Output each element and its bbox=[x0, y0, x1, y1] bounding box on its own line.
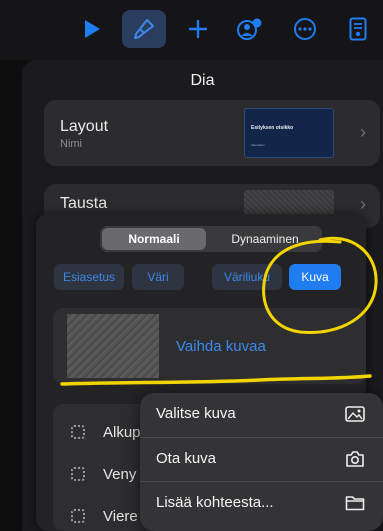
panel-title: Dia bbox=[190, 72, 215, 89]
insert-button[interactable] bbox=[176, 10, 220, 48]
replace-image-button[interactable]: Vaihda kuvaa bbox=[176, 338, 266, 355]
option-label: Veny bbox=[103, 465, 137, 483]
collaborate-button[interactable] bbox=[228, 10, 272, 48]
menu-item-choose-photo[interactable]: Valitse kuva bbox=[140, 393, 383, 437]
tab-vari[interactable]: Väri bbox=[132, 264, 184, 290]
background-label: Tausta bbox=[60, 195, 108, 212]
format-button[interactable] bbox=[122, 10, 166, 48]
fill-mode-segmented-control: Normaali Dynaaminen bbox=[100, 226, 322, 252]
layout-row[interactable]: Layout Nimi Esityksen otsikko Alaotsikko… bbox=[44, 100, 380, 166]
menu-item-label: Lisää kohteesta... bbox=[156, 494, 274, 511]
photo-icon bbox=[345, 406, 365, 422]
stretch-icon bbox=[71, 467, 85, 481]
tab-variliuku[interactable]: Väriliuku bbox=[212, 264, 282, 290]
original-size-icon bbox=[71, 425, 85, 439]
menu-item-label: Valitse kuva bbox=[156, 405, 236, 422]
plus-icon bbox=[188, 19, 208, 39]
camera-icon bbox=[346, 451, 364, 467]
background-image-thumbnail bbox=[67, 314, 159, 378]
tab-kuva[interactable]: Kuva bbox=[289, 264, 341, 290]
tile-icon bbox=[71, 509, 85, 523]
menu-item-take-photo[interactable]: Ota kuva bbox=[140, 437, 383, 481]
play-button[interactable] bbox=[70, 10, 114, 48]
menu-item-insert-from[interactable]: Lisää kohteesta... bbox=[140, 481, 383, 525]
segment-dynaaminen[interactable]: Dynaaminen bbox=[210, 228, 320, 250]
document-icon bbox=[349, 17, 367, 41]
chevron-right-icon: › bbox=[360, 122, 366, 142]
menu-item-label: Ota kuva bbox=[156, 450, 217, 467]
option-original[interactable]: Alkup bbox=[71, 422, 141, 442]
layout-thumb-title: Esityksen otsikko bbox=[251, 125, 294, 131]
option-tile[interactable]: Viere bbox=[71, 506, 138, 526]
more-button[interactable] bbox=[283, 10, 327, 48]
option-stretch[interactable]: Veny bbox=[71, 464, 136, 484]
brush-icon bbox=[134, 19, 154, 39]
toolbar bbox=[0, 0, 383, 60]
option-label: Viere bbox=[103, 507, 138, 525]
tab-esiasetus[interactable]: Esiasetus bbox=[54, 264, 124, 290]
layout-thumbnail: Esityksen otsikko Alaotsikko bbox=[244, 108, 334, 158]
image-source-menu: Valitse kuva Ota kuva Lisää kohteesta... bbox=[140, 393, 383, 531]
folder-icon bbox=[345, 496, 365, 511]
chevron-right-icon: › bbox=[360, 194, 366, 214]
layout-label: Layout bbox=[60, 118, 109, 135]
more-icon bbox=[294, 18, 316, 40]
segment-normaali[interactable]: Normaali bbox=[102, 228, 206, 250]
document-button[interactable] bbox=[336, 10, 380, 48]
play-icon bbox=[85, 20, 100, 38]
collaborate-icon bbox=[237, 18, 262, 40]
option-label: Alkup bbox=[103, 423, 141, 441]
layout-sub: Nimi bbox=[60, 138, 82, 150]
image-card: Vaihda kuvaa bbox=[53, 308, 366, 384]
layout-thumb-sub: Alaotsikko bbox=[251, 143, 265, 147]
